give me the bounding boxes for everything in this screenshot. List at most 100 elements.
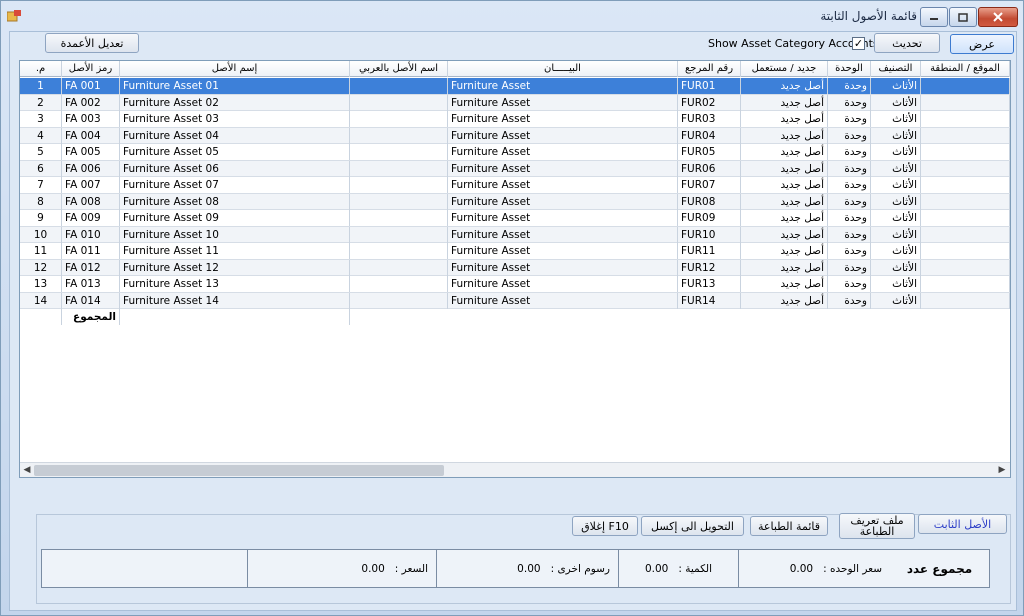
cell-desc[interactable]: Furniture Asset: [448, 160, 678, 177]
table-row[interactable]: 14 FA 014 Furniture Asset 14 Furniture Asse…: [20, 292, 1010, 309]
cell-location[interactable]: [921, 111, 1010, 127]
cell-unit[interactable]: وحدة: [828, 226, 871, 243]
close-window-button[interactable]: [978, 7, 1018, 27]
table-row[interactable]: 11 FA 011 Furniture Asset 11 Furniture Asse…: [20, 243, 1010, 260]
table-row[interactable]: 7 FA 007 Furniture Asset 07 Furniture Asset…: [20, 177, 1010, 194]
cell-location[interactable]: [921, 94, 1010, 111]
cell-no[interactable]: 12: [20, 259, 62, 276]
cell-name-ar[interactable]: [350, 94, 448, 111]
close-button[interactable]: إغلاق F10: [572, 516, 638, 536]
scroll-left-icon[interactable]: ◀: [21, 464, 33, 476]
cell-name[interactable]: Furniture Asset 11: [120, 243, 350, 259]
cell-name-ar[interactable]: [350, 292, 448, 309]
header-unit[interactable]: الوحدة: [828, 61, 871, 77]
header-ref[interactable]: رقم المرجع: [678, 61, 741, 77]
cell-location[interactable]: [921, 226, 1010, 243]
cell-desc[interactable]: Furniture Asset: [448, 144, 678, 160]
cell-name[interactable]: Furniture Asset 07: [120, 177, 350, 193]
cell-unit[interactable]: وحدة: [828, 94, 871, 111]
cell-code[interactable]: FA 008: [62, 193, 120, 210]
cell-no[interactable]: 2: [20, 94, 62, 111]
cell-desc[interactable]: Furniture Asset: [448, 226, 678, 243]
cell-code[interactable]: FA 011: [62, 243, 120, 259]
header-status[interactable]: جديد / مستعمل: [741, 61, 828, 77]
cell-unit[interactable]: وحدة: [828, 292, 871, 309]
table-row[interactable]: 10 FA 010 Furniture Asset 10 Furniture Asse…: [20, 226, 1010, 243]
cell-name-ar[interactable]: [350, 210, 448, 226]
view-button[interactable]: عرض: [950, 34, 1014, 54]
table-row[interactable]: 6 FA 006 Furniture Asset 06 Furniture Asset…: [20, 160, 1010, 177]
cell-ref[interactable]: FUR13: [678, 276, 741, 292]
cell-location[interactable]: [921, 127, 1010, 144]
cell-category[interactable]: الأثاث: [871, 177, 921, 193]
cell-name-ar[interactable]: [350, 243, 448, 259]
cell-location[interactable]: [921, 276, 1010, 292]
cell-no[interactable]: 11: [20, 243, 62, 259]
cell-name-ar[interactable]: [350, 111, 448, 127]
cell-no[interactable]: 4: [20, 127, 62, 144]
table-row[interactable]: 4 FA 004 Furniture Asset 04 Furniture Asset…: [20, 127, 1010, 144]
cell-category[interactable]: الأثاث: [871, 226, 921, 243]
maximize-button[interactable]: [949, 7, 977, 27]
cell-name-ar[interactable]: [350, 276, 448, 292]
cell-no[interactable]: 13: [20, 276, 62, 292]
cell-ref[interactable]: FUR07: [678, 177, 741, 193]
cell-category[interactable]: الأثاث: [871, 111, 921, 127]
cell-category[interactable]: الأثاث: [871, 259, 921, 276]
cell-unit[interactable]: وحدة: [828, 193, 871, 210]
cell-location[interactable]: [921, 193, 1010, 210]
cell-name-ar[interactable]: [350, 177, 448, 193]
cell-desc[interactable]: Furniture Asset: [448, 259, 678, 276]
cell-unit[interactable]: وحدة: [828, 111, 871, 127]
header-no[interactable]: م.: [20, 61, 62, 77]
cell-location[interactable]: [921, 259, 1010, 276]
cell-code[interactable]: FA 009: [62, 210, 120, 226]
cell-code[interactable]: FA 014: [62, 292, 120, 309]
table-row[interactable]: 8 FA 008 Furniture Asset 08 Furniture Asset…: [20, 193, 1010, 210]
cell-unit[interactable]: وحدة: [828, 243, 871, 259]
cell-ref[interactable]: FUR04: [678, 127, 741, 144]
cell-code[interactable]: FA 003: [62, 111, 120, 127]
cell-name[interactable]: Furniture Asset 09: [120, 210, 350, 226]
cell-status[interactable]: أصل جديد: [741, 94, 828, 111]
export-excel-button[interactable]: التحويل الى إكسل: [641, 516, 744, 536]
cell-ref[interactable]: FUR06: [678, 160, 741, 177]
table-row[interactable]: 5 FA 005 Furniture Asset 05 Furniture Asset…: [20, 144, 1010, 161]
cell-desc[interactable]: Furniture Asset: [448, 111, 678, 127]
cell-ref[interactable]: FUR14: [678, 292, 741, 309]
cell-no[interactable]: 6: [20, 160, 62, 177]
cell-code[interactable]: FA 005: [62, 144, 120, 160]
cell-code[interactable]: FA 013: [62, 276, 120, 292]
cell-code[interactable]: FA 007: [62, 177, 120, 193]
print-list-button[interactable]: قائمة الطباعة: [750, 516, 828, 536]
cell-no[interactable]: 9: [20, 210, 62, 226]
cell-category[interactable]: الأثاث: [871, 160, 921, 177]
table-row[interactable]: 13 FA 013 Furniture Asset 13 Furniture Asse…: [20, 276, 1010, 293]
header-desc[interactable]: البيـــــان: [448, 61, 678, 77]
cell-desc[interactable]: Furniture Asset: [448, 127, 678, 144]
cell-name-ar[interactable]: [350, 127, 448, 144]
cell-status[interactable]: أصل جديد: [741, 160, 828, 177]
cell-name[interactable]: Furniture Asset 06: [120, 160, 350, 177]
scroll-right-icon[interactable]: ▶: [996, 464, 1008, 476]
cell-status[interactable]: أصل جديد: [741, 276, 828, 292]
show-category-checkbox[interactable]: ✓: [852, 37, 865, 50]
cell-unit[interactable]: وحدة: [828, 177, 871, 193]
cell-unit[interactable]: وحدة: [828, 276, 871, 292]
cell-ref[interactable]: FUR10: [678, 226, 741, 243]
cell-category[interactable]: الأثاث: [871, 243, 921, 259]
cell-status[interactable]: أصل جديد: [741, 259, 828, 276]
cell-ref[interactable]: FUR01: [678, 78, 741, 94]
cell-category[interactable]: الأثاث: [871, 276, 921, 292]
cell-code[interactable]: FA 012: [62, 259, 120, 276]
fixed-asset-button[interactable]: الأصل الثابت: [918, 514, 1007, 534]
cell-name[interactable]: Furniture Asset 01: [120, 78, 350, 94]
table-row[interactable]: 2 FA 002 Furniture Asset 02 Furniture Asset…: [20, 94, 1010, 111]
cell-name[interactable]: Furniture Asset 10: [120, 226, 350, 243]
cell-desc[interactable]: Furniture Asset: [448, 292, 678, 309]
table-row[interactable]: 1 FA 001 Furniture Asset 01 Furniture Asset…: [20, 78, 1010, 95]
cell-name[interactable]: Furniture Asset 12: [120, 259, 350, 276]
cell-category[interactable]: الأثاث: [871, 78, 921, 94]
cell-name[interactable]: Furniture Asset 03: [120, 111, 350, 127]
cell-ref[interactable]: FUR02: [678, 94, 741, 111]
